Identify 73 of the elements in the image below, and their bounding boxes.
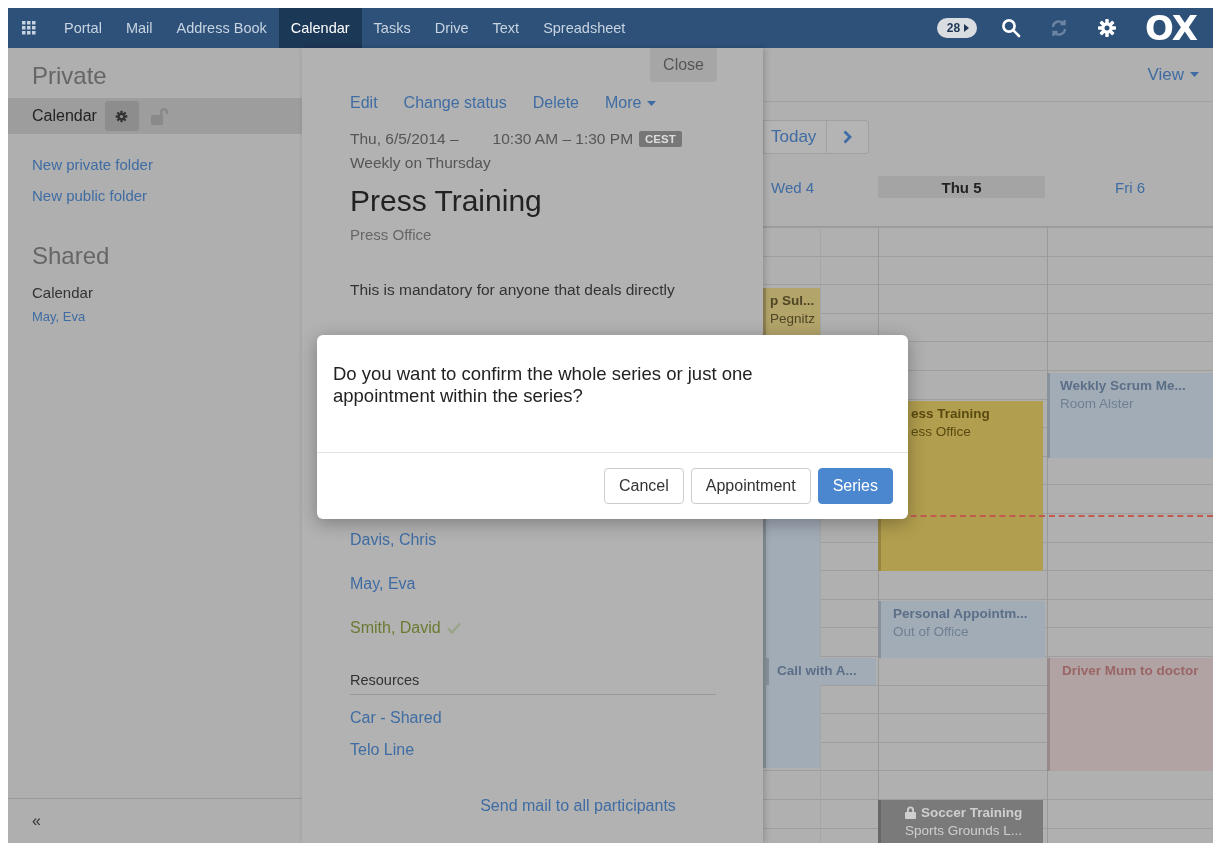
action-link[interactable]: More bbox=[605, 94, 657, 112]
event-title: ess Training bbox=[911, 406, 990, 421]
app-tab[interactable]: Drive bbox=[422, 8, 481, 48]
event-location: Sports Grounds L... bbox=[905, 823, 1024, 838]
action-link[interactable]: Edit bbox=[350, 94, 378, 112]
dialog-message: Do you want to confirm the whole series or just one appointment within the series? bbox=[332, 362, 754, 409]
app-tab[interactable]: Text bbox=[480, 8, 532, 48]
app-tab[interactable]: Address Book bbox=[164, 8, 279, 48]
folder-label[interactable]: Calendar bbox=[8, 278, 302, 307]
app-tab[interactable]: Spreadsheet bbox=[531, 8, 638, 48]
app-grid-icon[interactable] bbox=[22, 21, 36, 35]
check-icon bbox=[446, 622, 461, 634]
day-header[interactable]: Thu 5 bbox=[878, 176, 1045, 198]
timezone-label: CEST bbox=[639, 131, 682, 147]
today-button[interactable]: Today bbox=[763, 120, 828, 154]
resource-link[interactable]: Car - Shared bbox=[350, 709, 716, 727]
folder-item[interactable]: Calendar bbox=[8, 98, 302, 134]
event-title: p Sul... bbox=[770, 293, 815, 308]
search-icon[interactable] bbox=[1001, 18, 1022, 38]
next-button[interactable] bbox=[827, 120, 870, 154]
calendar-event[interactable]: p Sul... Pegnitz bbox=[763, 288, 820, 338]
section-heading: Shared bbox=[31, 241, 111, 271]
time-text: 10:30 AM – 1:30 PM bbox=[492, 130, 634, 148]
gear-icon bbox=[115, 109, 129, 123]
new-folder-link[interactable]: New public folder bbox=[8, 179, 302, 210]
send-mail-link[interactable]: Send mail to all participants bbox=[480, 797, 676, 815]
day-header[interactable]: Fri 6 bbox=[1047, 176, 1213, 198]
settings-icon bbox=[1097, 18, 1118, 38]
calendar-event[interactable]: Soccer Training Sports Grounds L... bbox=[878, 800, 1043, 843]
event-location: Pegnitz bbox=[770, 311, 817, 326]
folder-label[interactable]: Calendar bbox=[32, 107, 97, 125]
event-title: Wekkly Scrum Me... bbox=[1060, 378, 1186, 393]
folder-settings-button[interactable] bbox=[104, 101, 139, 131]
description-text: This is mandatory for anyone that deals directly bbox=[350, 281, 676, 299]
action-link[interactable]: Delete bbox=[532, 94, 579, 112]
date-text: Thu, 6/5/2014 – bbox=[350, 130, 459, 148]
dialog-button[interactable]: Series bbox=[817, 468, 893, 504]
lock-icon bbox=[905, 806, 916, 819]
event-location: ess Office bbox=[911, 424, 972, 439]
dialog-button[interactable]: Cancel bbox=[604, 468, 684, 504]
caret-icon bbox=[1190, 72, 1199, 77]
recurrence-text: Weekly on Thursday bbox=[350, 154, 492, 172]
day-header[interactable]: Wed 4 bbox=[763, 176, 878, 198]
event-title: Driver Mum to doctor bbox=[1062, 663, 1199, 678]
participant-link[interactable]: May, Eva bbox=[350, 562, 716, 606]
appointment-title: Press Training bbox=[350, 184, 543, 218]
event-title: Soccer Training bbox=[921, 805, 1023, 820]
action-link[interactable]: Change status bbox=[403, 94, 507, 112]
participant-link[interactable]: Smith, David bbox=[350, 606, 716, 650]
location-text: Press Office bbox=[350, 226, 433, 243]
chevron-right-icon bbox=[843, 130, 853, 144]
app-tab[interactable]: Tasks bbox=[361, 8, 423, 48]
caret-icon bbox=[647, 100, 657, 106]
section-heading: Private bbox=[31, 61, 108, 91]
logo: OX bbox=[1145, 8, 1197, 48]
calendar-event[interactable]: Driver Mum to doctor bbox=[1047, 658, 1213, 771]
app-tab[interactable]: Calendar bbox=[278, 8, 362, 48]
notification-badge[interactable]: 28 bbox=[936, 18, 978, 38]
resources-heading: Resources bbox=[350, 672, 716, 695]
resource-link[interactable]: Telo Line bbox=[350, 741, 716, 759]
event-title: Call with A... bbox=[777, 663, 857, 678]
participant-link[interactable]: Davis, Chris bbox=[350, 518, 716, 562]
app-tab[interactable]: Portal bbox=[52, 8, 114, 48]
triangle-icon bbox=[964, 24, 970, 32]
dialog-button[interactable]: Appointment bbox=[690, 468, 811, 504]
view-menu[interactable]: View bbox=[1147, 64, 1199, 85]
app-tab[interactable]: Mail bbox=[113, 8, 165, 48]
collapse-button[interactable]: « bbox=[26, 810, 47, 832]
event-title: Personal Appointm... bbox=[893, 606, 1028, 621]
close-button[interactable]: Close bbox=[650, 48, 717, 82]
shared-user-item[interactable]: May, Eva bbox=[8, 307, 302, 326]
new-folder-link[interactable]: New private folder bbox=[8, 148, 302, 179]
calendar-event[interactable]: Call with A... bbox=[766, 658, 876, 685]
